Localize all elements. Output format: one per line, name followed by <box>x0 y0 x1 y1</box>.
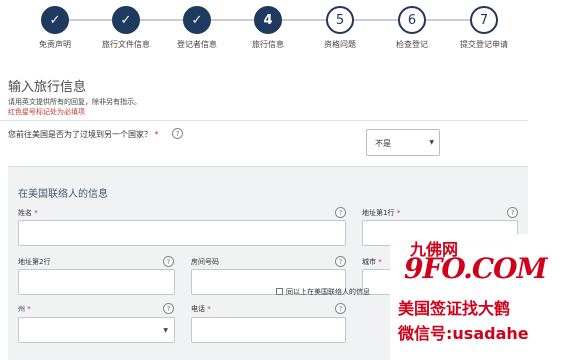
transit-select[interactable]: 不是 ▼ <box>366 129 440 156</box>
required-asterisk: * <box>27 305 31 313</box>
watermark-wechat: 微信号:usadahe <box>398 324 529 343</box>
check-icon: ✓ <box>112 6 140 34</box>
state-label-text: 州 <box>18 305 25 313</box>
step-review: 6 检查登记 <box>372 6 452 50</box>
address1-label-text: 地址第1行 <box>362 209 395 217</box>
name-input[interactable] <box>18 220 346 246</box>
city-label: 城市 * <box>362 257 382 267</box>
step-registrant-info: ✓ 登记者信息 <box>157 6 237 50</box>
name-label-text: 姓名 <box>18 209 32 217</box>
name-label: 姓名 * <box>18 208 38 218</box>
chevron-down-icon: ▼ <box>429 139 434 146</box>
divider <box>0 120 528 121</box>
check-icon: ✓ <box>41 6 69 34</box>
step-number: 5 <box>326 6 354 34</box>
chevron-down-icon: ▼ <box>163 327 168 334</box>
step-eligibility: 5 资格问题 <box>300 6 380 50</box>
required-instruction: 红色星号标记处为必填项 <box>8 108 85 116</box>
transit-question-label: 您前往美国是否为了过境到另一个国家？ * <box>8 129 159 140</box>
phone-input[interactable] <box>191 317 346 343</box>
state-select[interactable]: ▼ <box>18 317 175 343</box>
page-title: 输入旅行信息 <box>8 80 87 95</box>
watermark-logo: 9FO.COM <box>404 252 548 285</box>
step-disclaimer: ✓ 免责声明 <box>15 6 95 50</box>
step-label: 旅行信息 <box>252 40 284 49</box>
step-number: 6 <box>398 6 426 34</box>
watermark-text: 美国签证找大鹤 <box>398 299 511 318</box>
required-asterisk: * <box>154 130 159 139</box>
step-travel-documents: ✓ 旅行文件信息 <box>86 6 166 50</box>
address2-label: 地址第2行 <box>18 258 51 266</box>
transit-question-text: 您前往美国是否为了过境到另一个国家？ <box>8 130 152 139</box>
required-asterisk: * <box>378 258 382 266</box>
help-icon[interactable]: ? <box>163 303 174 314</box>
help-icon[interactable]: ? <box>335 207 346 218</box>
step-travel-info: 4 旅行信息 <box>228 6 308 50</box>
help-icon[interactable]: ? <box>172 128 183 139</box>
city-label-text: 城市 <box>362 258 376 266</box>
same-as-contact-label: 同以上在美国联络人的信息 <box>286 288 370 296</box>
step-label: 免责声明 <box>39 40 71 49</box>
address2-input[interactable] <box>18 269 175 295</box>
step-number: 4 <box>254 6 282 34</box>
transit-select-value: 不是 <box>375 139 391 148</box>
step-label: 登记者信息 <box>177 40 217 49</box>
apt-label: 房间号码 <box>191 258 219 266</box>
step-label: 资格问题 <box>324 40 356 49</box>
help-icon[interactable]: ? <box>335 303 346 314</box>
address1-label: 地址第1行 * <box>362 208 400 218</box>
step-label: 旅行文件信息 <box>102 40 150 49</box>
help-icon[interactable]: ? <box>507 207 518 218</box>
step-label: 检查登记 <box>396 40 428 49</box>
phone-label-text: 电话 <box>191 305 205 313</box>
state-label: 州 * <box>18 304 31 314</box>
required-asterisk: * <box>34 209 38 217</box>
english-instruction: 请用英文提供所有的回复，除非另有指示。 <box>8 98 141 106</box>
check-icon: ✓ <box>183 6 211 34</box>
same-as-contact-checkbox[interactable] <box>276 288 283 295</box>
phone-label: 电话 * <box>191 304 211 314</box>
step-number: 7 <box>470 6 498 34</box>
help-icon[interactable]: ? <box>335 256 346 267</box>
step-submit: 7 提交登记申请 <box>444 6 524 50</box>
help-icon[interactable]: ? <box>163 256 174 267</box>
required-asterisk: * <box>207 305 211 313</box>
us-contact-title: 在美国联络人的信息 <box>18 189 108 200</box>
progress-steps: ✓ 免责声明 ✓ 旅行文件信息 ✓ 登记者信息 4 旅行信息 5 资格问题 6 … <box>0 0 561 62</box>
required-asterisk: * <box>396 209 401 217</box>
step-label: 提交登记申请 <box>460 40 508 49</box>
